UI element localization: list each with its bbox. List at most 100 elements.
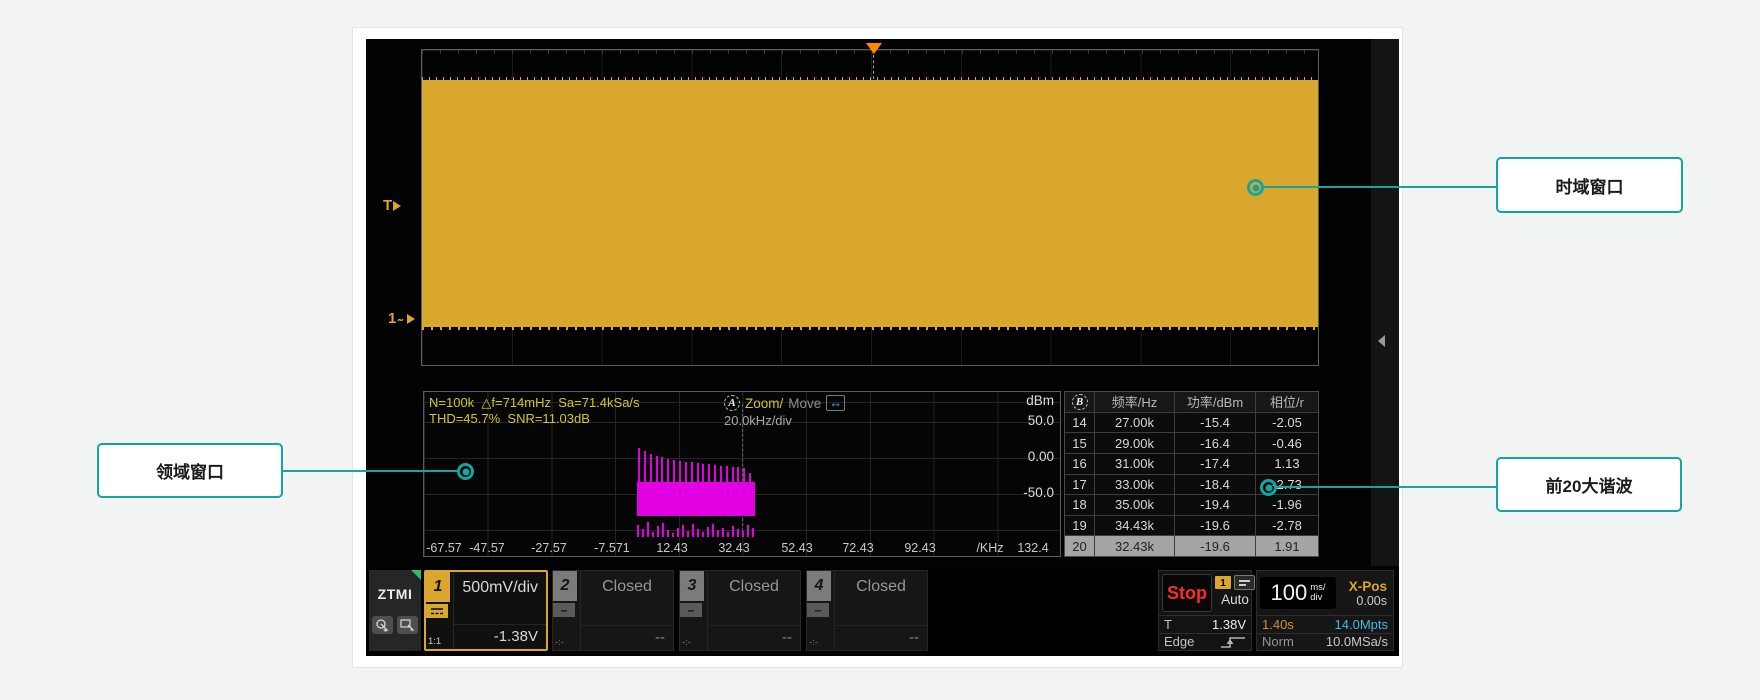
trigger-position-marker-icon[interactable] — [866, 43, 882, 54]
channel-4-value: -- — [835, 625, 927, 650]
sample-rate: 10.0MSa/s — [1326, 634, 1388, 649]
timebase-scale-value: 100 — [1270, 580, 1307, 606]
spectrum-noise — [702, 532, 704, 537]
harmonic-row[interactable]: 1934.43k-19.6-2.78 — [1065, 516, 1318, 536]
touch-pointer-icon[interactable] — [372, 616, 393, 634]
spectrum-spike — [673, 460, 675, 482]
trigger-sweep-mode[interactable]: Auto — [1221, 592, 1249, 607]
xpos-label: X-Pos — [1340, 579, 1387, 594]
spectrum-noise — [747, 525, 749, 537]
channel-3-coupling-chip: – — [680, 603, 702, 617]
trigger-source-chip[interactable]: 1 — [1215, 576, 1231, 589]
spectrum-noise — [737, 529, 739, 537]
channel-2-number-tab[interactable]: 2 — [553, 571, 577, 601]
spectrum-spike — [644, 451, 646, 482]
harmonic-cell: -15.4 — [1175, 413, 1255, 433]
harmonic-cell: -19.6 — [1175, 516, 1255, 536]
channel-1-scale: 500mV/div — [454, 572, 546, 597]
harmonic-cell: 14 — [1065, 413, 1094, 433]
harmonic-cell: 35.00k — [1095, 495, 1174, 515]
spectrum-spike — [743, 468, 745, 482]
trigger-coupling-icon — [1234, 575, 1255, 590]
harmonic-cell: 33.00k — [1095, 475, 1174, 495]
harmonic-cell: 16 — [1065, 454, 1094, 474]
harmonic-row[interactable]: 1427.00k-15.4-2.05 — [1065, 413, 1318, 433]
spectrum-spike — [667, 459, 669, 482]
timebase-scale-unit: ms/ div — [1310, 583, 1325, 603]
fft-zoom-label[interactable]: Zoom/ — [745, 396, 783, 411]
channel-3-block[interactable]: 3 – -:- Closed -- — [679, 570, 801, 651]
channel-4-coupling-chip: – — [807, 603, 829, 617]
arrow-right-icon — [407, 314, 415, 324]
fft-x-tick: 92.43 — [904, 541, 935, 555]
harmonic-row[interactable]: 2032.43k-19.61.91 — [1065, 536, 1318, 556]
brand-logo-block[interactable]: ZTMI — [369, 570, 421, 651]
spectrum-spike — [697, 463, 699, 482]
ch1-position-marker[interactable]: 1 — [388, 310, 415, 327]
fft-info-line2: THD=45.7% SNR=11.03dB — [429, 411, 590, 426]
fft-x-tick: -27.57 — [531, 541, 566, 555]
harmonic-row[interactable]: 1631.00k-17.41.13 — [1065, 454, 1318, 474]
channel-1-offset: -1.38V — [454, 624, 546, 649]
harmonics-table[interactable]: B 频率/Hz 功率/dBm 相位/r 1427.00k-15.4-2.0515… — [1064, 391, 1319, 557]
harmonic-cell: 1.13 — [1256, 454, 1318, 474]
bottom-status-bar: ZTMI 1 — [366, 568, 1399, 656]
trigger-block[interactable]: Stop 1 Auto T 1 — [1158, 570, 1252, 651]
page-background: T 1 N=100k △f=714mHz Sa=71.4kSa/s THD=45… — [0, 0, 1760, 700]
channel-4-probe-ratio: -:- — [809, 637, 818, 648]
capture-window-time: 1.40s — [1262, 617, 1294, 632]
callout-freq-domain: 领域窗口 — [97, 443, 283, 498]
ch1-marker-label: 1 — [388, 310, 396, 327]
fft-window[interactable]: N=100k △f=714mHz Sa=71.4kSa/s THD=45.7% … — [423, 391, 1061, 557]
spectrum-noise — [727, 532, 729, 537]
fft-zoom-move-control[interactable]: A Zoom/ Move ↔ — [724, 395, 845, 411]
spectrum-noise — [722, 528, 724, 537]
channel-2-coupling-chip: – — [553, 603, 575, 617]
chevron-left-icon — [1378, 335, 1385, 347]
channel-3-number-tab[interactable]: 3 — [680, 571, 704, 601]
harmonic-cell: 1.91 — [1256, 536, 1318, 556]
callout-harmonics: 前20大谐波 — [1496, 457, 1682, 512]
spectrum-noise — [712, 524, 714, 537]
fft-x-axis: -67.57-47.57-27.57-7.57112.4332.4352.437… — [424, 540, 1060, 555]
timebase-scale-chip[interactable]: 100 ms/ div — [1260, 577, 1336, 609]
channel-4-block[interactable]: 4 – -:- Closed -- — [806, 570, 928, 651]
fft-spectrum — [634, 442, 758, 538]
channel-1-number-tab[interactable]: 1 — [426, 572, 450, 602]
fft-move-label[interactable]: Move — [788, 396, 821, 411]
timebase-block[interactable]: 100 ms/ div X-Pos 0.00s 1.40s — [1256, 570, 1394, 651]
harmonic-cell: -17.4 — [1175, 454, 1255, 474]
channel-2-block[interactable]: 2 – -:- Closed -- — [552, 570, 674, 651]
harmonic-cell: -2.05 — [1256, 413, 1318, 433]
channel-2-probe-ratio: -:- — [555, 637, 564, 648]
harmonic-cell: -19.4 — [1175, 495, 1255, 515]
harmonics-header-freq: 频率/Hz — [1095, 392, 1174, 412]
spectrum-spike — [714, 465, 716, 482]
harmonic-cell: 34.43k — [1095, 516, 1174, 536]
harmonic-row[interactable]: 1529.00k-16.4-0.46 — [1065, 433, 1318, 453]
trigger-level-label: T — [383, 197, 392, 214]
channel-3-value: -- — [708, 625, 800, 650]
spectrum-noise — [697, 529, 699, 537]
run-stop-button[interactable]: Stop — [1162, 574, 1212, 612]
channel-2-status: Closed — [581, 571, 673, 596]
harmonic-cell: 27.00k — [1095, 413, 1174, 433]
rising-edge-icon — [1220, 635, 1246, 649]
screenshot-card: T 1 N=100k △f=714mHz Sa=71.4kSa/s THD=45… — [352, 27, 1403, 668]
harmonic-cell: 32.43k — [1095, 536, 1174, 556]
time-domain-window[interactable] — [421, 49, 1319, 366]
harmonics-header-power: 功率/dBm — [1175, 392, 1255, 412]
harmonic-cell: 19 — [1065, 516, 1094, 536]
trigger-type[interactable]: Edge — [1164, 634, 1194, 649]
harmonic-row[interactable]: 1835.00k-19.4-1.96 — [1065, 495, 1318, 515]
trigger-level-marker[interactable]: T — [383, 197, 401, 214]
channel-4-number-tab[interactable]: 4 — [807, 571, 831, 601]
fft-x-tick: -7.571 — [594, 541, 629, 555]
fft-x-tick: 12.43 — [656, 541, 687, 555]
spectrum-noise — [642, 529, 644, 537]
channel-1-block[interactable]: 1 1:1 500mV/div -1.38V — [424, 570, 548, 651]
harmonic-row[interactable]: 1733.00k-18.4-2.73 — [1065, 475, 1318, 495]
channel-2-value: -- — [581, 625, 673, 650]
select-drag-icon[interactable] — [397, 616, 418, 634]
spectrum-spike — [650, 454, 652, 482]
